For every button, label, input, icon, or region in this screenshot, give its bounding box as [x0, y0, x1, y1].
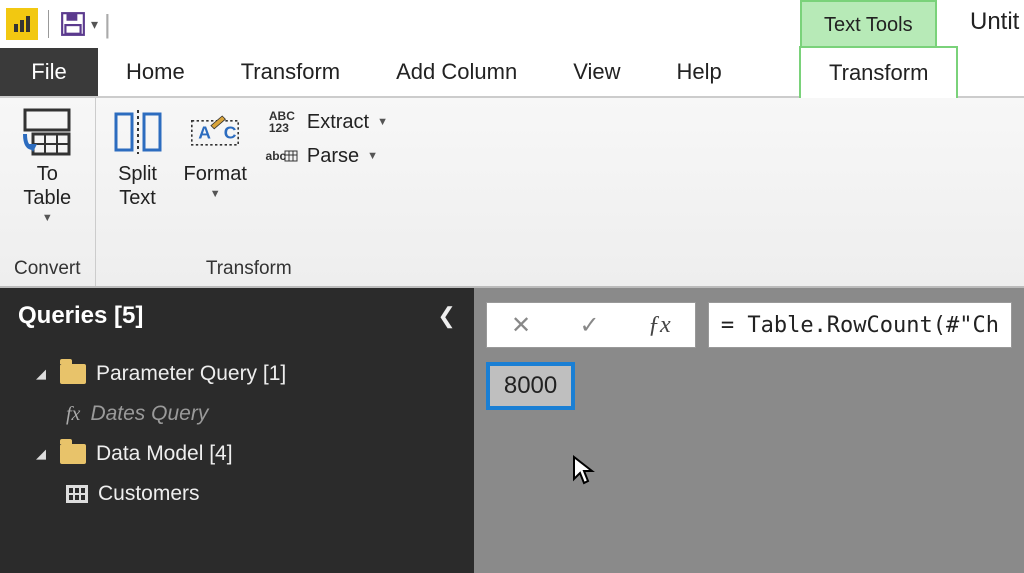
- title-bar: ▾ | Text Tools Untit: [0, 0, 1024, 48]
- parse-icon: abc: [265, 142, 299, 170]
- split-text-button[interactable]: Split Text: [110, 104, 166, 210]
- formula-input[interactable]: = Table.RowCount(#"Ch: [708, 302, 1012, 348]
- tree-item-customers[interactable]: Customers: [0, 474, 474, 514]
- expand-collapse-icon[interactable]: ◢: [36, 446, 50, 462]
- tree-folder-parameter-query[interactable]: ◢ Parameter Query [1]: [0, 354, 474, 394]
- ribbon-group-label: Convert: [14, 254, 81, 282]
- split-text-label: Split Text: [118, 162, 157, 210]
- table-icon: [66, 485, 88, 503]
- window-title: Untit: [970, 8, 1019, 36]
- queries-tree: ◢ Parameter Query [1] fx Dates Query ◢ D…: [0, 344, 474, 524]
- ribbon-group-label: Transform: [206, 254, 292, 282]
- parse-button[interactable]: abc Parse ▼: [265, 142, 388, 170]
- save-button[interactable]: [59, 10, 87, 38]
- chevron-down-icon: ▼: [210, 188, 221, 200]
- chevron-down-icon: ▼: [377, 116, 388, 128]
- expand-collapse-icon[interactable]: ◢: [36, 366, 50, 382]
- folder-icon: [60, 444, 86, 464]
- confirm-icon[interactable]: ✓: [580, 311, 600, 340]
- extract-label: Extract: [307, 111, 369, 134]
- folder-icon: [60, 364, 86, 384]
- queries-pane: Queries [5] ❮ ◢ Parameter Query [1] fx D…: [0, 288, 474, 573]
- tree-item-dates-query[interactable]: fx Dates Query: [0, 394, 474, 434]
- collapse-pane-icon[interactable]: ❮: [437, 303, 455, 329]
- tree-label: Dates Query: [90, 402, 208, 426]
- qat-dropdown-icon[interactable]: ▾: [87, 16, 102, 33]
- chevron-down-icon: ▼: [367, 150, 378, 162]
- tab-view[interactable]: View: [545, 48, 648, 96]
- separator: [48, 10, 49, 38]
- to-table-button[interactable]: To Table ▼: [19, 104, 75, 224]
- ribbon-group-transform: Split Text AC Format ▼ ABC 123 Extract ▼…: [96, 98, 402, 286]
- chevron-down-icon: ▼: [42, 212, 53, 224]
- format-icon: AC: [187, 104, 243, 160]
- tab-home[interactable]: Home: [98, 48, 213, 96]
- svg-text:C: C: [224, 122, 237, 142]
- app-logo-icon: [6, 8, 38, 40]
- ribbon: To Table ▼ Convert Split Text AC Format …: [0, 98, 1024, 288]
- format-button[interactable]: AC Format ▼: [184, 104, 247, 200]
- formula-bar: ✕ ✓ ƒx = Table.RowCount(#"Ch: [474, 288, 1024, 362]
- to-table-label: To Table: [23, 162, 71, 210]
- result-value[interactable]: 8000: [486, 362, 575, 410]
- tab-add-column[interactable]: Add Column: [368, 48, 545, 96]
- tree-label: Data Model [4]: [96, 442, 233, 466]
- tree-label: Customers: [98, 482, 200, 506]
- tab-transform[interactable]: Transform: [213, 48, 368, 96]
- parse-label: Parse: [307, 145, 359, 168]
- queries-title: Queries [5]: [18, 302, 143, 330]
- qat-separator: |: [104, 9, 111, 40]
- fx-icon[interactable]: ƒx: [648, 312, 671, 339]
- format-label: Format: [184, 163, 247, 185]
- extract-icon: ABC 123: [265, 108, 299, 136]
- ribbon-group-convert: To Table ▼ Convert: [0, 98, 96, 286]
- contextual-tools-tab[interactable]: Text Tools: [800, 0, 937, 48]
- tab-file[interactable]: File: [0, 48, 98, 96]
- svg-text:A: A: [198, 122, 211, 142]
- tab-context-transform[interactable]: Transform: [799, 46, 958, 98]
- to-table-icon: [19, 104, 75, 160]
- formula-actions: ✕ ✓ ƒx: [486, 302, 696, 348]
- extract-button[interactable]: ABC 123 Extract ▼: [265, 108, 388, 136]
- ribbon-tabs: File Home Transform Add Column View Help…: [0, 48, 1024, 98]
- fx-icon: fx: [66, 403, 80, 426]
- tab-help[interactable]: Help: [648, 48, 749, 96]
- split-text-icon: [110, 104, 166, 160]
- cancel-icon[interactable]: ✕: [511, 311, 531, 340]
- tree-folder-data-model[interactable]: ◢ Data Model [4]: [0, 434, 474, 474]
- tree-label: Parameter Query [1]: [96, 362, 286, 386]
- preview-pane: ✕ ✓ ƒx = Table.RowCount(#"Ch 8000: [474, 288, 1024, 573]
- workspace: Queries [5] ❮ ◢ Parameter Query [1] fx D…: [0, 288, 1024, 573]
